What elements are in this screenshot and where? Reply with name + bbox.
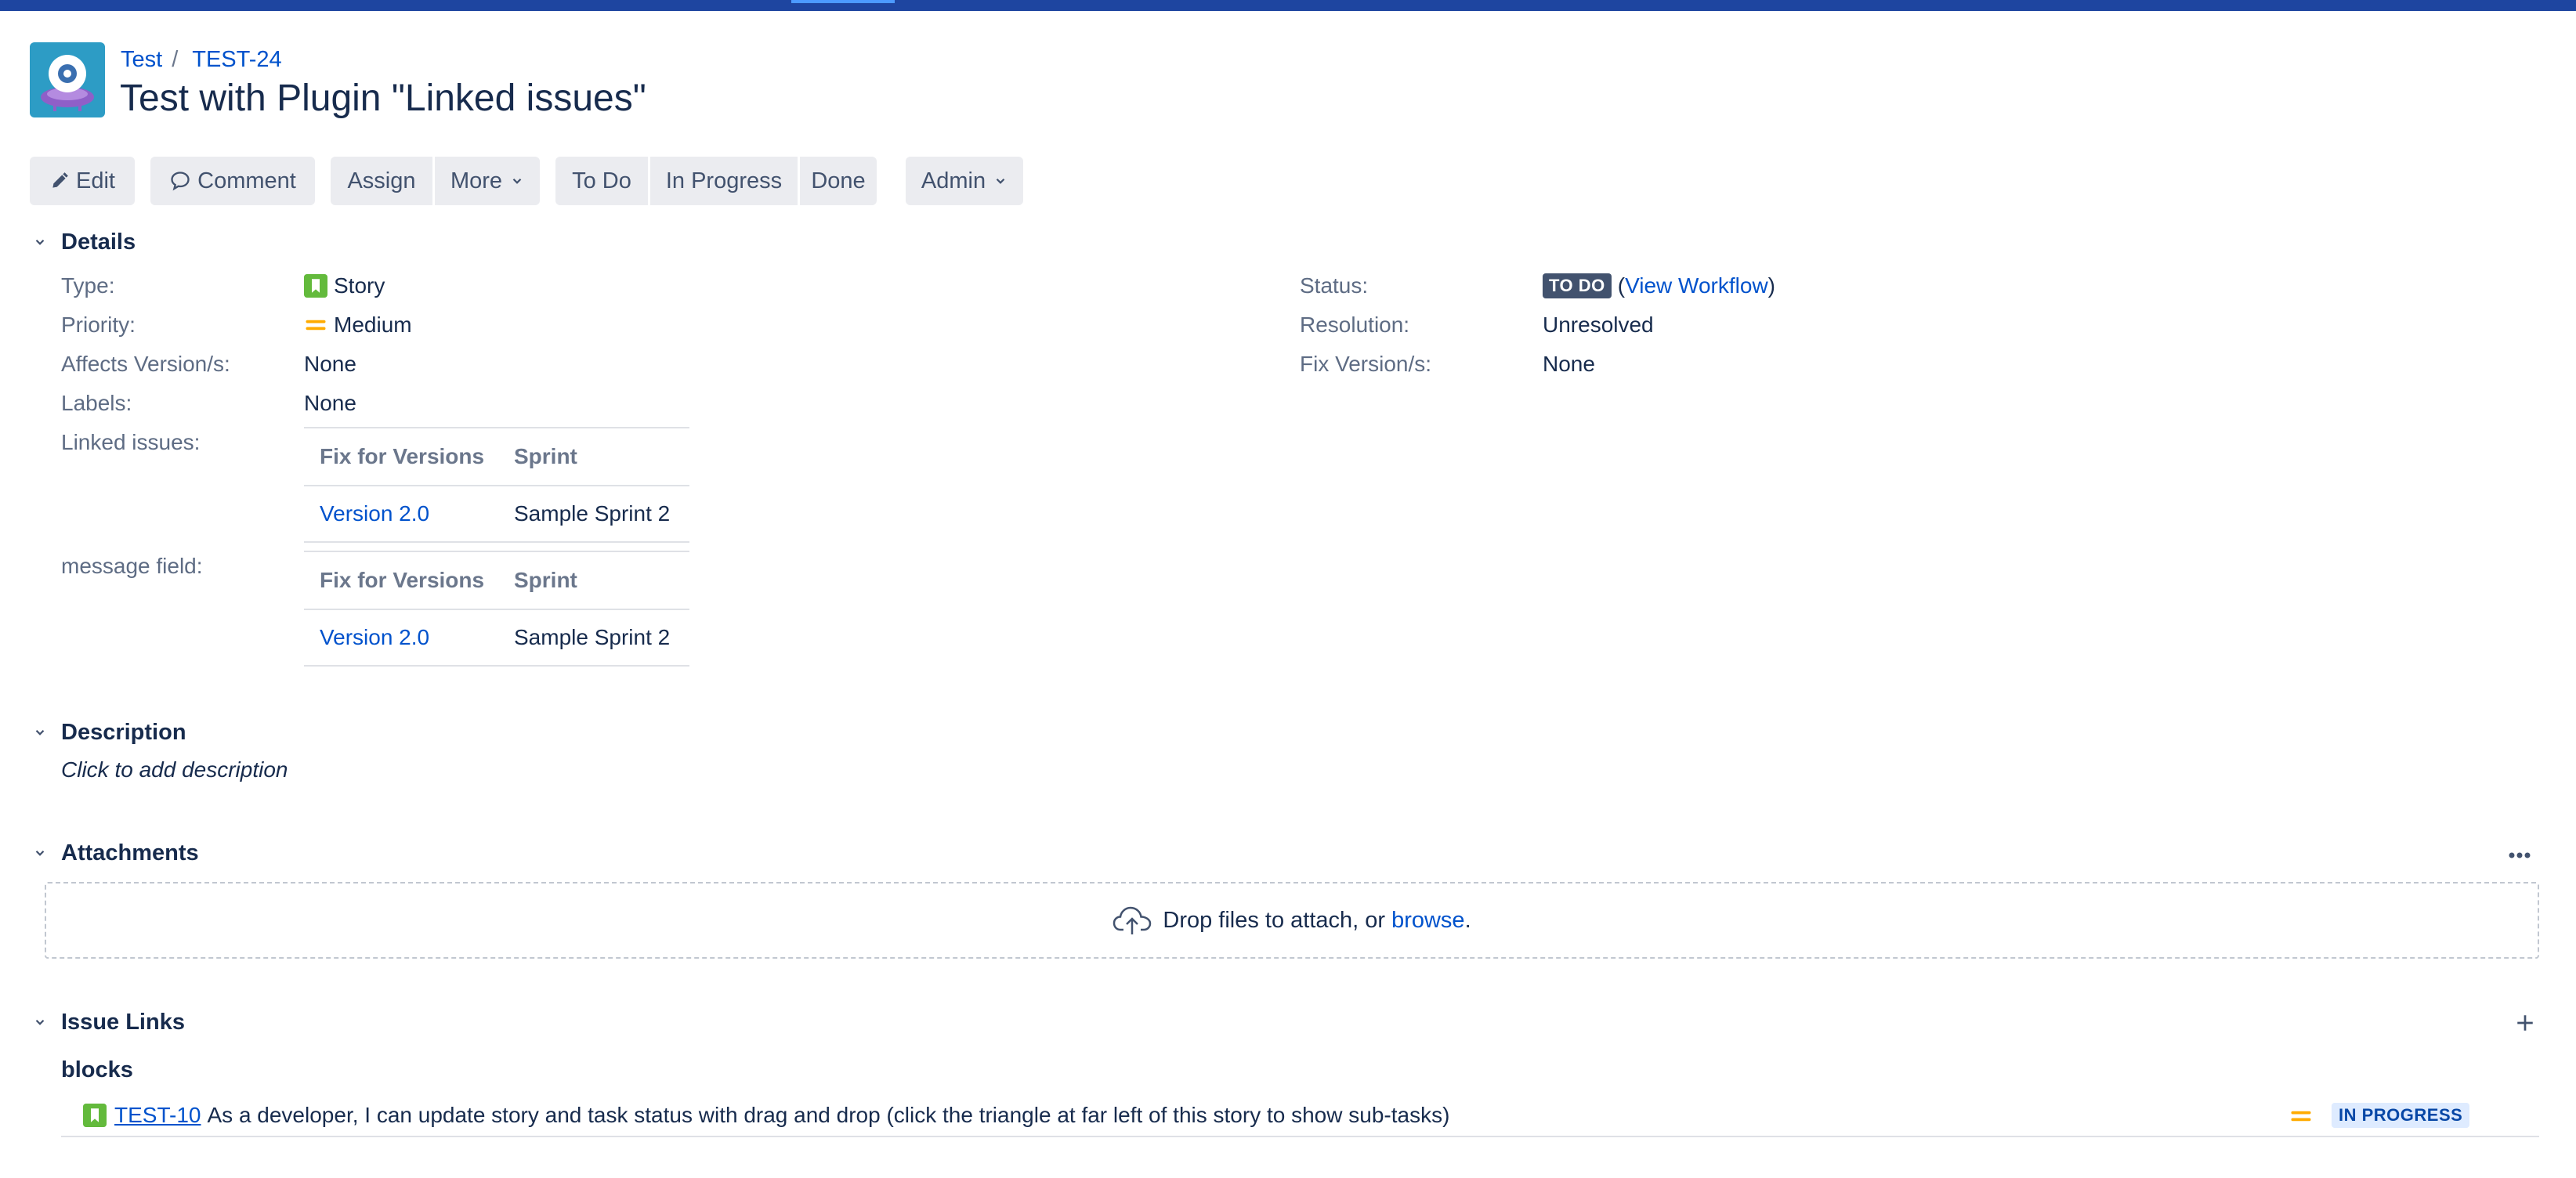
table-header-sprint: Sprint <box>498 551 689 610</box>
comment-button-label: Comment <box>197 168 296 193</box>
version-link[interactable]: Version 2.0 <box>320 625 429 649</box>
details-heading: Details <box>61 229 136 255</box>
top-navigation-bar <box>0 0 2576 11</box>
issue-links-heading: Issue Links <box>61 1009 185 1035</box>
admin-button-label: Admin <box>921 168 986 193</box>
description-placeholder[interactable]: Click to add description <box>61 757 288 782</box>
dropzone-period: . <box>1464 907 1471 933</box>
done-button-label: Done <box>811 168 866 193</box>
in-progress-button-label: In Progress <box>665 168 783 193</box>
linked-issues-table: Fix for Versions Sprint Version 2.0 Samp… <box>304 427 689 543</box>
version-link[interactable]: Version 2.0 <box>320 501 429 526</box>
priority-medium-icon <box>304 313 327 337</box>
fix-version-value[interactable]: None <box>1543 349 1595 380</box>
table-cell-sprint: Sample Sprint 2 <box>498 609 689 667</box>
story-icon <box>304 274 327 298</box>
status-close-paren: ) <box>1767 273 1775 298</box>
attachment-dropzone[interactable]: Drop files to attach, or browse. <box>45 882 2539 959</box>
in-progress-transition-button[interactable]: In Progress <box>650 157 798 205</box>
description-section-toggle[interactable]: Description <box>30 717 186 748</box>
status-open-paren: ( <box>1617 273 1626 298</box>
plus-icon[interactable] <box>2512 1010 2538 1036</box>
priority-label: Priority: <box>61 313 136 337</box>
more-dots-icon[interactable] <box>2504 841 2535 869</box>
priority-value: Medium <box>304 309 412 341</box>
breadcrumb-separator: / <box>172 46 179 72</box>
chevron-down-icon <box>510 174 524 188</box>
issue-links-section-toggle[interactable]: Issue Links <box>30 1006 185 1038</box>
table-cell-sprint: Sample Sprint 2 <box>498 486 689 543</box>
linked-issue-key-link[interactable]: TEST-10 <box>114 1103 201 1128</box>
todo-button-label: To Do <box>572 168 631 193</box>
resolution-label: Resolution: <box>1300 313 1410 337</box>
table-cell-version: Version 2.0 <box>304 486 498 543</box>
issue-title[interactable]: Test with Plugin "Linked issues" <box>120 77 646 120</box>
affects-version-value[interactable]: None <box>304 349 356 380</box>
top-bar-active-indicator <box>791 0 895 3</box>
story-icon <box>83 1104 107 1127</box>
resolution-value: Unresolved <box>1543 313 1654 337</box>
speech-bubble-icon <box>169 170 191 192</box>
table-header-fix-for-versions: Fix for Versions <box>304 551 498 610</box>
priority-value-text: Medium <box>334 313 412 337</box>
admin-button[interactable]: Admin <box>906 157 1023 205</box>
browse-link[interactable]: browse <box>1391 908 1465 934</box>
breadcrumb-issue-link[interactable]: TEST-24 <box>192 47 281 73</box>
chevron-down-icon <box>30 843 50 863</box>
description-heading: Description <box>61 719 186 745</box>
link-type-label: blocks <box>61 1057 133 1082</box>
type-value-text: Story <box>334 273 385 298</box>
status-label: Status: <box>1300 273 1369 298</box>
message-field-label: message field: <box>61 554 203 578</box>
type-label: Type: <box>61 273 115 298</box>
list-item[interactable]: TEST-10 As a developer, I can update sto… <box>61 1095 2539 1137</box>
project-avatar-icon[interactable] <box>30 42 105 117</box>
chevron-down-icon <box>30 1012 50 1032</box>
attachments-heading: Attachments <box>61 840 199 865</box>
linked-issues-label: Linked issues: <box>61 430 201 454</box>
edit-button[interactable]: Edit <box>30 157 135 205</box>
status-value: TO DO (View Workflow) <box>1543 270 1775 302</box>
more-button[interactable]: More <box>435 157 540 205</box>
affects-version-label: Affects Version/s: <box>61 352 230 376</box>
assign-button-label: Assign <box>347 168 416 193</box>
cloud-upload-icon <box>1113 905 1152 936</box>
table-header-sprint: Sprint <box>498 427 689 486</box>
chevron-down-icon <box>30 232 50 252</box>
labels-value[interactable]: None <box>304 388 356 419</box>
more-button-label: More <box>450 168 503 193</box>
chevron-down-icon <box>30 722 50 743</box>
message-field-table: Fix for Versions Sprint Version 2.0 Samp… <box>304 551 689 667</box>
assign-button[interactable]: Assign <box>331 157 432 205</box>
table-cell-version: Version 2.0 <box>304 609 498 667</box>
priority-medium-icon <box>2289 1104 2313 1128</box>
labels-label: Labels: <box>61 391 132 415</box>
done-transition-button[interactable]: Done <box>800 157 877 205</box>
todo-transition-button[interactable]: To Do <box>555 157 648 205</box>
fix-version-label: Fix Version/s: <box>1300 352 1432 376</box>
breadcrumb-project-link[interactable]: Test <box>121 47 162 73</box>
comment-button[interactable]: Comment <box>150 157 315 205</box>
status-badge: TO DO <box>1543 273 1612 298</box>
breadcrumb: Test / TEST-24 <box>121 44 282 75</box>
details-section-toggle[interactable]: Details <box>30 226 136 258</box>
edit-button-label: Edit <box>76 168 115 193</box>
table-row: Version 2.0 Sample Sprint 2 <box>304 609 689 667</box>
dropzone-text: Drop files to attach, or <box>1163 907 1386 933</box>
table-row: Version 2.0 Sample Sprint 2 <box>304 486 689 543</box>
table-header-fix-for-versions: Fix for Versions <box>304 427 498 486</box>
attachments-section-toggle[interactable]: Attachments <box>30 837 199 869</box>
pencil-icon <box>49 171 70 191</box>
linked-issue-summary: As a developer, I can update story and t… <box>207 1103 1450 1127</box>
view-workflow-link[interactable]: View Workflow <box>1625 273 1768 298</box>
type-value: Story <box>304 270 385 302</box>
status-badge: IN PROGRESS <box>2332 1103 2470 1128</box>
chevron-down-icon <box>993 174 1008 188</box>
